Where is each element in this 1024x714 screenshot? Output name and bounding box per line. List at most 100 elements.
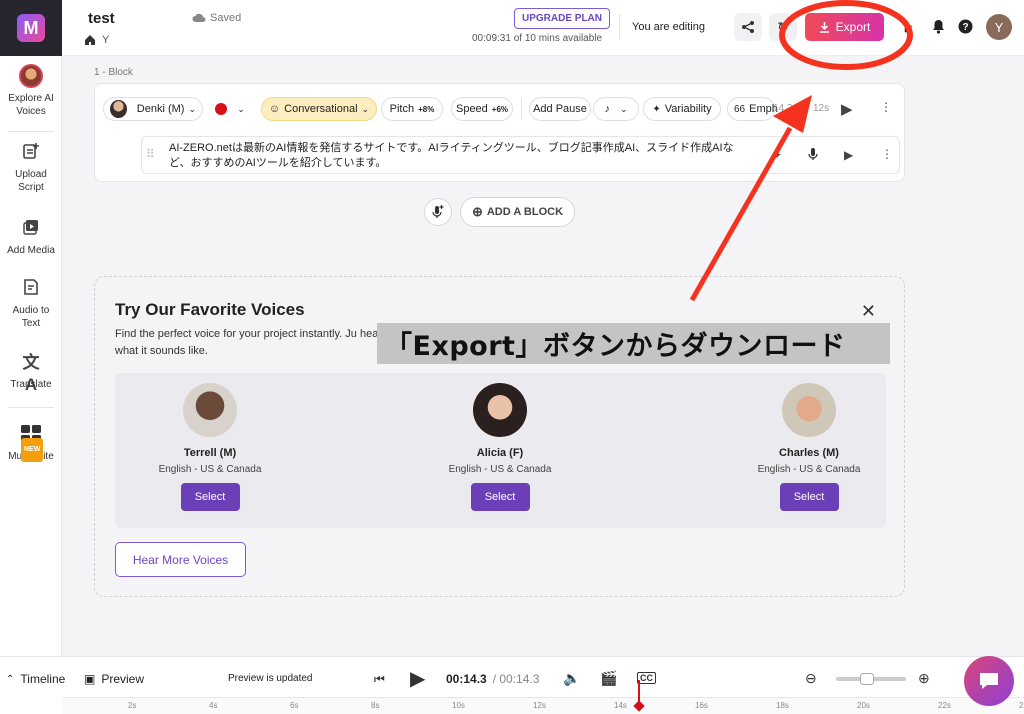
skip-back-button[interactable]: ⏮: [374, 672, 385, 687]
speed-control[interactable]: Speed +6%: [451, 97, 513, 121]
select-voice-button[interactable]: Select: [470, 483, 530, 511]
apps-button[interactable]: ■: [904, 20, 912, 36]
add-pause-button[interactable]: Add Pause: [529, 97, 591, 121]
script-text[interactable]: AI-ZERO.netは最新のAI情報を発信するサイトです。AIライティングツー…: [169, 141, 749, 171]
zoom-in-button[interactable]: ⊕: [918, 670, 930, 687]
voice-selector[interactable]: Denki (M) ⌄: [103, 97, 203, 121]
add-block-button[interactable]: ⊕ ADD A BLOCK: [460, 197, 575, 227]
speed-value: +6%: [491, 104, 509, 114]
chevron-down-icon: ⌄: [237, 103, 245, 114]
chevron-down-icon: ⌄: [188, 103, 196, 114]
timeline-tick-label: 18s: [776, 701, 789, 710]
select-voice-button[interactable]: Select: [779, 483, 839, 511]
sentence-menu-button[interactable]: ⋮: [881, 147, 893, 161]
bell-icon: [933, 20, 944, 34]
preview-status: Preview is updated: [228, 673, 313, 684]
sidebar-item-label: Upload Script: [15, 169, 47, 193]
avatar-icon: [19, 64, 43, 88]
style-label: Conversational: [284, 103, 358, 115]
download-icon: [819, 22, 829, 33]
timeline-ruler[interactable]: 2s 4s 6s 8s 10s 12s 14s 16s 18s 20s 22s 24: [62, 680, 1024, 714]
share-button[interactable]: [734, 13, 762, 41]
preview-label: Preview: [101, 672, 145, 686]
preview-toggle[interactable]: ▣ Preview: [84, 672, 144, 686]
sidebar-item-label: Add Media: [7, 245, 55, 256]
user-avatar[interactable]: Y: [986, 14, 1012, 40]
pitch-control[interactable]: Pitch +8%: [381, 97, 443, 121]
play-icon: ▶: [841, 101, 853, 118]
new-badge: NEW: [21, 438, 44, 462]
more-icon: ⋮: [880, 100, 892, 114]
style-selector[interactable]: ☺ Conversational ⌄: [261, 97, 377, 121]
time-display: 00:14.3 / 00:14.3: [446, 672, 539, 686]
zoom-out-icon: ⊖: [805, 670, 817, 686]
editing-status: You are editing: [632, 21, 705, 33]
sidebar-item-murf-suite[interactable]: NEW Murf Suite: [0, 424, 62, 463]
notifications-button[interactable]: [932, 19, 945, 37]
voice-avatar: [782, 383, 836, 437]
divider: [521, 98, 522, 120]
sidebar-item-add-media[interactable]: Add Media: [0, 218, 62, 257]
cc-icon: CC: [640, 673, 653, 683]
sidebar-item-audio-to-text[interactable]: Audio to Text: [0, 278, 62, 330]
zoom-out-button[interactable]: ⊖: [805, 670, 817, 687]
select-voice-button[interactable]: Select: [180, 483, 240, 511]
share-icon: [742, 21, 754, 33]
app-logo[interactable]: M: [0, 0, 62, 56]
voice-language: English - US & Canada: [158, 464, 262, 475]
volume-button[interactable]: 🔈: [563, 670, 580, 687]
voice-card: Terrell (M) English - US & Canada Select: [135, 383, 285, 511]
close-button[interactable]: ✕: [861, 301, 876, 322]
timeline-tick-label: 24: [1019, 701, 1024, 710]
timeline-toggle[interactable]: ⌃ Timeline: [6, 672, 65, 686]
breadcrumb[interactable]: Y: [84, 34, 109, 46]
translate-icon: 文A: [22, 353, 40, 394]
playhead-line: [638, 680, 640, 702]
emphasis-button[interactable]: 66 Emph: [727, 97, 778, 121]
sidebar-item-translate[interactable]: 文A Translate: [0, 352, 62, 394]
voice-avatar: [473, 383, 527, 437]
sidebar-item-upload-script[interactable]: Upload Script: [0, 142, 62, 194]
mic-icon: [808, 148, 818, 160]
divider: [619, 14, 620, 40]
play-button[interactable]: ▶: [410, 666, 425, 691]
panel-description: Find the perfect voice for your project …: [115, 328, 382, 357]
zoom-slider[interactable]: [836, 673, 906, 685]
help-button[interactable]: ?: [958, 19, 973, 37]
chat-button[interactable]: [964, 656, 1014, 706]
voice-record-button[interactable]: [424, 198, 452, 226]
volume-icon: 🔈: [563, 670, 581, 686]
hear-more-voices-button[interactable]: Hear More Voices: [115, 542, 246, 577]
magic-button[interactable]: ✦: [772, 148, 782, 162]
play-sentence-button[interactable]: ▶: [844, 148, 853, 162]
block-menu-button[interactable]: ⋮: [880, 100, 892, 114]
pitch-value: +8%: [418, 104, 435, 114]
video-button[interactable]: 🎬: [600, 670, 617, 687]
drag-handle-icon[interactable]: ⠿: [146, 147, 155, 161]
history-button[interactable]: ↻: [769, 13, 797, 41]
breadcrumb-label: Y: [102, 34, 110, 46]
voice-color-selector[interactable]: ⌄: [207, 97, 253, 121]
timeline-tick-label: 2s: [128, 701, 137, 710]
sidebar-item-explore-voices[interactable]: Explore AI Voices: [0, 64, 62, 118]
project-title[interactable]: test: [88, 10, 115, 27]
playhead[interactable]: [633, 700, 645, 712]
quote-icon: 66: [734, 103, 746, 115]
pronunciation-button[interactable]: ♪ ⌄: [593, 97, 639, 121]
record-button[interactable]: [808, 147, 818, 164]
upgrade-plan-button[interactable]: UPGRADE PLAN: [514, 8, 611, 29]
help-icon: ?: [958, 19, 973, 34]
save-status: Saved: [192, 12, 241, 24]
zoom-thumb[interactable]: [860, 673, 874, 685]
voice-avatar: [183, 383, 237, 437]
variability-label: Variability: [664, 103, 712, 115]
upload-icon: [20, 142, 42, 164]
voice-list: Terrell (M) English - US & Canada Select…: [115, 373, 886, 528]
sidebar: M Explore AI Voices Upload Script Add Me…: [0, 0, 62, 714]
block-card: Denki (M) ⌄ ⌄ ☺ Conversational ⌄ Pitch +…: [94, 83, 905, 182]
timeline-tick-label: 12s: [533, 701, 546, 710]
block-label: 1 - Block: [94, 67, 133, 78]
play-block-button[interactable]: ▶: [841, 100, 853, 118]
variability-button[interactable]: ✦ Variability: [643, 97, 721, 121]
export-button[interactable]: Export: [805, 13, 884, 41]
